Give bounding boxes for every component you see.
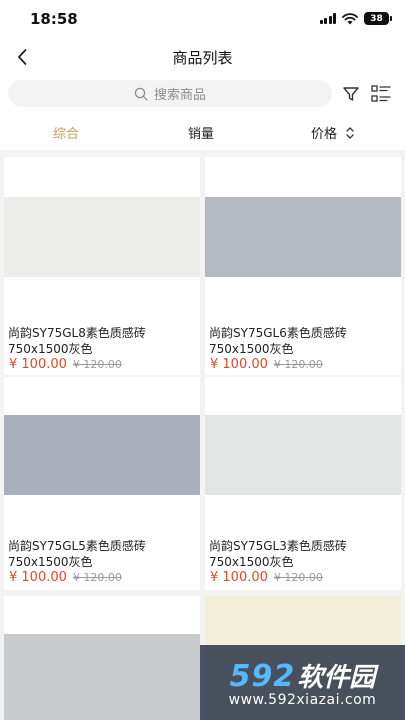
search-input[interactable]: 搜索商品 <box>8 80 332 107</box>
sort-tab-label: 销量 <box>188 127 215 142</box>
product-name: 尚韵SY75GL3素色质感砖750x1500灰色 <box>209 539 347 569</box>
product-card[interactable] <box>4 596 200 720</box>
sort-tab-label: 综合 <box>53 127 80 142</box>
product-image <box>205 415 401 495</box>
watermark-logo: 592 软件园 www.592xiazai.com <box>200 645 405 720</box>
search-row: 搜索商品 <box>0 80 405 108</box>
battery-icon: 38 <box>364 12 392 25</box>
sort-arrows-icon <box>346 126 354 139</box>
watermark-brand-name: 软件园 <box>297 663 376 693</box>
nav-bar: 商品列表 <box>0 38 405 76</box>
product-price: ¥ 100.00 <box>210 570 268 585</box>
search-icon <box>134 87 148 100</box>
product-card[interactable]: 尚韵SY75GL6素色质感砖750x1500灰色 ¥ 100.00 ¥ 120.… <box>205 157 401 375</box>
product-card[interactable]: 尚韵SY75GL8素色质感砖750x1500灰色 ¥ 100.00 ¥ 120.… <box>4 157 200 375</box>
sort-tab-label: 价格 <box>311 127 338 142</box>
sort-bar: 综合 销量 价格 <box>0 118 405 146</box>
product-original-price: ¥ 120.00 <box>273 358 323 371</box>
wifi-icon <box>342 12 358 24</box>
filter-icon <box>343 87 359 101</box>
product-original-price: ¥ 120.00 <box>273 571 323 584</box>
product-price: ¥ 100.00 <box>9 570 67 585</box>
price-row: ¥ 100.00 ¥ 120.00 <box>9 357 122 372</box>
page-title: 商品列表 <box>172 49 233 67</box>
sort-tab-price[interactable]: 价格 <box>311 123 355 142</box>
product-card[interactable]: 尚韵SY75GL3素色质感砖750x1500灰色 ¥ 100.00 ¥ 120.… <box>205 377 401 590</box>
product-image <box>4 634 200 720</box>
watermark-url: www.592xiazai.com <box>228 692 377 708</box>
product-price: ¥ 100.00 <box>210 357 268 372</box>
product-image <box>4 197 200 277</box>
battery-level: 38 <box>370 13 383 24</box>
price-row: ¥ 100.00 ¥ 120.00 <box>210 357 323 372</box>
product-card[interactable]: 尚韵SY75GL5素色质感砖750x1500灰色 ¥ 100.00 ¥ 120.… <box>4 377 200 590</box>
product-original-price: ¥ 120.00 <box>72 358 122 371</box>
filter-button[interactable] <box>342 85 360 103</box>
search-placeholder: 搜索商品 <box>153 88 206 103</box>
price-row: ¥ 100.00 ¥ 120.00 <box>210 570 323 585</box>
status-icons: 38 <box>319 12 392 25</box>
product-name: 尚韵SY75GL5素色质感砖750x1500灰色 <box>8 539 146 569</box>
product-price: ¥ 100.00 <box>9 357 67 372</box>
status-time: 18:58 <box>30 10 78 28</box>
sort-tab-sales[interactable]: 销量 <box>188 123 214 142</box>
layout-toggle-button[interactable] <box>370 83 392 105</box>
price-row: ¥ 100.00 ¥ 120.00 <box>9 570 122 585</box>
product-original-price: ¥ 120.00 <box>72 571 122 584</box>
sort-tab-comprehensive[interactable]: 综合 <box>53 123 79 142</box>
product-image <box>4 415 200 495</box>
signal-icon <box>319 13 336 24</box>
product-name: 尚韵SY75GL6素色质感砖750x1500灰色 <box>209 326 347 356</box>
watermark-digits: 592 <box>229 659 296 694</box>
list-layout-icon <box>371 85 391 102</box>
product-name: 尚韵SY75GL8素色质感砖750x1500灰色 <box>8 326 146 356</box>
watermark-brand: 592 软件园 <box>230 657 376 694</box>
product-grid: 尚韵SY75GL8素色质感砖750x1500灰色 ¥ 100.00 ¥ 120.… <box>0 150 405 720</box>
status-bar: 18:58 38 <box>0 0 405 38</box>
product-image <box>205 197 401 277</box>
